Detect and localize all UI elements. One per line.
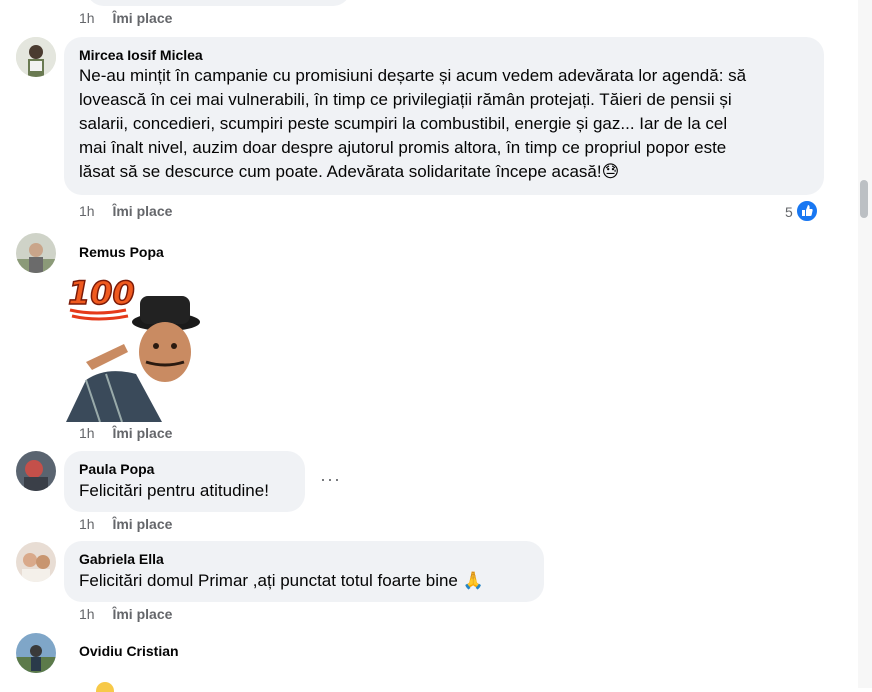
comment-meta: 1h Îmi place: [79, 516, 172, 532]
scrollbar-thumb[interactable]: [860, 180, 868, 218]
comment-bubble: Paula Popa Felicitări pentru atitudine!: [64, 451, 305, 512]
avatar[interactable]: [16, 233, 56, 273]
like-button[interactable]: Îmi place: [112, 606, 172, 622]
comment-text-line: mai înalt nivel, auzim doar despre ajuto…: [79, 138, 727, 157]
comment-author[interactable]: Ovidiu Cristian: [79, 643, 179, 659]
comment-meta: 1h Îmi place: [79, 425, 172, 441]
previous-comment-bubble: [86, 0, 351, 6]
sticker-text: 100: [68, 274, 135, 312]
comment-text-line: lăsat să se descurce cum poate. Adevărat…: [79, 162, 620, 181]
comment-author[interactable]: Gabriela Ella: [79, 551, 164, 567]
comment-time[interactable]: 1h: [79, 606, 95, 622]
comment-text-line: Ne-au mințit în campanie cu promisiuni d…: [79, 66, 747, 85]
comment-author[interactable]: Remus Popa: [79, 244, 164, 260]
comment-text: Ne-au mințit în campanie cu promisiuni d…: [79, 64, 819, 184]
comment-text-line: lovească în cei mai vulnerabili, în timp…: [79, 90, 732, 109]
like-button[interactable]: Îmi place: [112, 10, 172, 26]
avatar[interactable]: [16, 633, 56, 673]
comment-time[interactable]: 1h: [79, 516, 95, 532]
avatar[interactable]: [16, 37, 56, 77]
comment-meta-previous: 1h Îmi place: [79, 10, 172, 26]
hundred-emoji-icon: 100: [67, 273, 136, 321]
thumbs-up-icon: [802, 205, 813, 216]
avatar-image: [16, 37, 56, 77]
comment-author[interactable]: Paula Popa: [79, 461, 154, 477]
like-button[interactable]: Îmi place: [112, 516, 172, 532]
scrollbar[interactable]: [858, 0, 872, 688]
comment-text: Felicitări pentru atitudine!: [79, 481, 269, 500]
avatar-image: [16, 233, 56, 273]
sticker: 100: [66, 270, 202, 423]
sticker-image: 100: [66, 273, 200, 423]
comment-text-line: salarii, concedieri, scumpiri peste scum…: [79, 114, 728, 133]
sticker-preview-icon: [96, 682, 114, 692]
comment-meta: 1h Îmi place: [79, 203, 172, 219]
avatar[interactable]: [16, 451, 56, 491]
comment-bubble: Mircea Iosif Miclea Ne-au mințit în camp…: [64, 37, 824, 195]
comment-time[interactable]: 1h: [79, 425, 95, 441]
comment-meta: 1h Îmi place: [79, 606, 172, 622]
reaction-count[interactable]: 5: [785, 204, 793, 220]
like-reaction-icon: [795, 199, 819, 223]
comment-time[interactable]: 1h: [79, 203, 95, 219]
comment-bubble: Gabriela Ella Felicitări domul Primar ,a…: [64, 541, 544, 602]
avatar-image: [16, 633, 56, 673]
avatar[interactable]: [16, 542, 56, 582]
like-button[interactable]: Îmi place: [112, 425, 172, 441]
avatar-image: [16, 542, 56, 582]
comment-author[interactable]: Mircea Iosif Miclea: [79, 47, 203, 63]
more-options-button[interactable]: ···: [320, 469, 341, 490]
like-button[interactable]: Îmi place: [112, 203, 172, 219]
avatar-image: [16, 451, 56, 491]
comment-time[interactable]: 1h: [79, 10, 95, 26]
comment-text: Felicitări domul Primar ,ați punctat tot…: [79, 571, 484, 590]
